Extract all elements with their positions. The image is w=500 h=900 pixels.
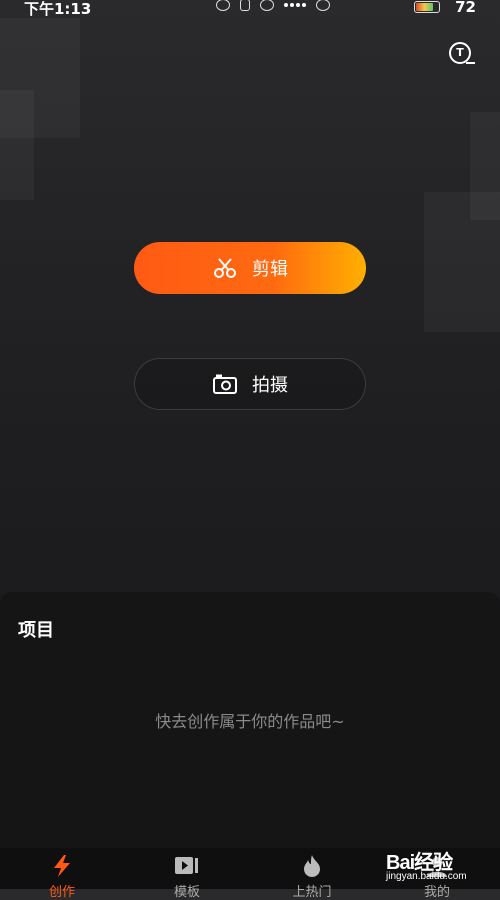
hd-call-icon [316,0,330,11]
tab-templates[interactable]: 模板 [137,848,237,900]
tab-create[interactable]: 创作 [12,848,112,900]
scissors-icon [214,258,236,278]
shoot-button-label: 拍摄 [252,375,288,396]
watermark-url: jingyan.baidu.com [386,871,467,882]
tab-label: 模板 [173,885,200,900]
empty-projects-message: 快去创作属于你的作品吧~ [155,712,345,731]
tab-label: 创作 [48,885,75,900]
lightning-icon [54,855,70,877]
battery-level: 72 [455,0,476,16]
flame-icon [304,855,320,877]
shield-icon [216,0,230,11]
tab-label: 上热门 [292,885,332,900]
camera-icon [213,374,237,394]
wifi-icon [260,0,274,11]
projects-panel: 项目 快去创作属于你的作品吧~ [0,592,500,848]
baidu-watermark: Bai经验 jingyan.baidu.com [386,838,496,886]
tab-trending[interactable]: 上热门 [262,848,362,900]
status-time: 下午1:13 [24,0,92,18]
tutorial-icon-glyph: T [456,46,464,59]
shoot-button[interactable]: 拍摄 [134,358,366,410]
status-icons [216,0,330,11]
video-template-icon [175,857,198,874]
projects-title: 项目 [18,620,54,641]
status-bar: 下午1:13 72 [0,0,500,18]
tutorial-icon[interactable]: T [449,42,475,64]
background-decoration [424,192,500,332]
battery-icon [414,1,440,13]
edit-button[interactable]: 剪辑 [134,242,366,294]
vibrate-icon [240,0,250,11]
edit-button-label: 剪辑 [252,259,288,280]
signal-icon [284,3,306,7]
background-decoration [0,90,34,200]
